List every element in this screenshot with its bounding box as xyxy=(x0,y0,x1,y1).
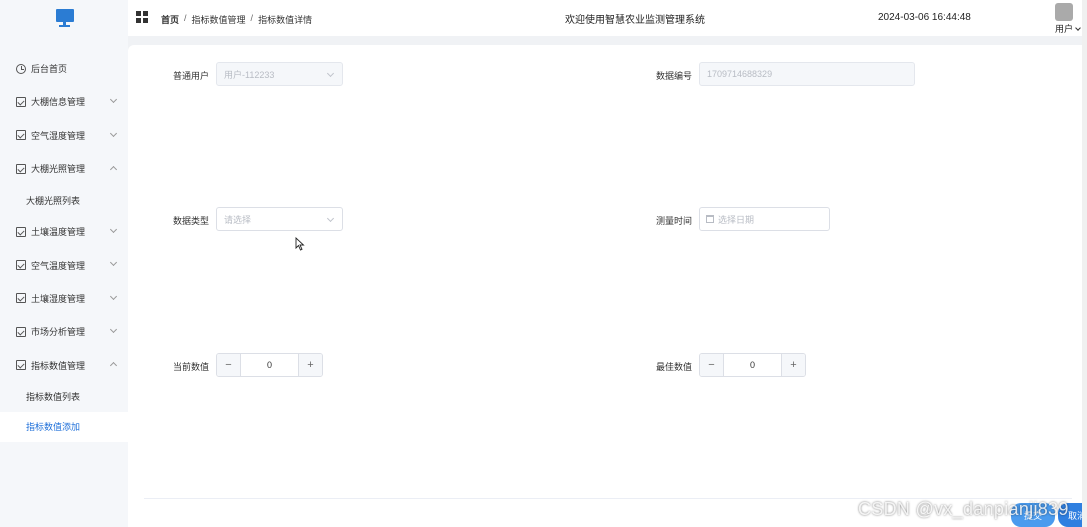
chevron-up-icon xyxy=(109,165,118,173)
current-value-label: 当前数值 xyxy=(172,362,209,372)
sidebar-menu: 后台首页 大棚信息管理 空气湿度管理 大棚光照管理 大棚光照列表 土壤温度管理 … xyxy=(0,52,128,442)
user-menu[interactable]: 用户 xyxy=(1055,22,1081,35)
sidebar-item-label: 后台首页 xyxy=(31,64,68,75)
sidebar-item-indicator-values[interactable]: 指标数值管理 xyxy=(0,348,128,381)
box-icon xyxy=(16,260,26,271)
sidebar-item-soil-temperature[interactable]: 土壤温度管理 xyxy=(0,215,128,248)
sidebar-item-greenhouse-info[interactable]: 大棚信息管理 xyxy=(0,85,128,118)
data-type-label: 数据类型 xyxy=(172,216,209,226)
box-icon xyxy=(16,96,26,107)
breadcrumb-home[interactable]: 首页 xyxy=(161,13,179,26)
logo[interactable] xyxy=(0,0,128,36)
increment-button[interactable]: + xyxy=(298,354,322,376)
box-icon xyxy=(16,293,26,304)
chevron-down-icon xyxy=(326,69,335,78)
sidebar-subitem-label: 指标数值列表 xyxy=(26,392,81,403)
sidebar-item-air-temperature[interactable]: 空气温度管理 xyxy=(0,248,128,281)
best-value-label: 最佳数值 xyxy=(655,362,692,372)
app-title: 欢迎使用智慧农业监测管理系统 xyxy=(565,15,705,26)
avatar[interactable] xyxy=(1055,3,1073,21)
chevron-down-icon xyxy=(109,226,118,234)
current-datetime: 2024-03-06 16:44:48 xyxy=(878,12,971,23)
sidebar-item-label: 土壤温度管理 xyxy=(31,227,86,238)
chevron-up-icon xyxy=(109,362,118,370)
chevron-down-icon xyxy=(109,292,118,300)
sidebar-item-greenhouse-light[interactable]: 大棚光照管理 xyxy=(0,152,128,185)
sidebar-item-label: 大棚光照管理 xyxy=(31,164,86,175)
sidebar: 后台首页 大棚信息管理 空气湿度管理 大棚光照管理 大棚光照列表 土壤温度管理 … xyxy=(0,0,128,527)
sidebar-item-label: 大棚信息管理 xyxy=(31,97,86,108)
current-value-stepper: − 0 + xyxy=(216,353,323,377)
box-icon xyxy=(16,360,26,371)
measure-time-placeholder: 选择日期 xyxy=(718,214,755,225)
data-type-placeholder: 请选择 xyxy=(224,214,252,225)
current-value-input[interactable]: 0 xyxy=(241,354,298,376)
sidebar-item-soil-humidity[interactable]: 土壤湿度管理 xyxy=(0,282,128,315)
decrement-button[interactable]: − xyxy=(217,354,241,376)
breadcrumb-item[interactable]: 指标数值管理 xyxy=(192,13,246,26)
scrollbar[interactable] xyxy=(1082,0,1087,527)
form-panel: 普通用户 用户-112233 数据编号 1709714688329 数据类型 请… xyxy=(128,45,1087,527)
sidebar-subitem-indicator-add[interactable]: 指标数值添加 xyxy=(0,411,128,442)
chevron-down-icon xyxy=(109,96,118,104)
measure-time-picker[interactable]: 选择日期 xyxy=(699,207,830,231)
user-select-value: 用户-112233 xyxy=(224,69,275,80)
sidebar-subitem-label: 指标数值添加 xyxy=(26,422,81,433)
box-icon xyxy=(16,130,26,141)
sidebar-item-label: 土壤湿度管理 xyxy=(31,293,86,304)
clock-icon xyxy=(16,63,26,74)
chevron-down-icon xyxy=(109,326,118,334)
watermark: CSDN @vx_danpianji839 xyxy=(858,499,1069,519)
monitor-logo-icon xyxy=(55,8,75,28)
user-label: 普通用户 xyxy=(172,71,209,81)
top-bar: 首页 / 指标数值管理 / 指标数值详情 欢迎使用智慧农业监测管理系统 2024… xyxy=(128,0,1087,36)
data-no-value: 1709714688329 xyxy=(707,69,773,79)
best-value-stepper: − 0 + xyxy=(699,353,806,377)
box-icon xyxy=(16,226,26,237)
breadcrumb-current: 指标数值详情 xyxy=(258,15,313,25)
chevron-down-icon xyxy=(109,129,118,137)
sidebar-subitem-light-list[interactable]: 大棚光照列表 xyxy=(0,185,128,215)
sidebar-item-label: 空气温度管理 xyxy=(31,260,86,271)
breadcrumb: 首页 / 指标数值管理 / 指标数值详情 xyxy=(161,13,312,26)
best-value-input[interactable]: 0 xyxy=(724,354,781,376)
sidebar-item-label: 空气湿度管理 xyxy=(31,130,86,141)
chevron-down-icon xyxy=(109,259,118,267)
sidebar-item-market-analysis[interactable]: 市场分析管理 xyxy=(0,315,128,348)
grid-menu-icon[interactable] xyxy=(136,11,148,23)
sidebar-item-label: 市场分析管理 xyxy=(31,327,86,338)
box-icon xyxy=(16,163,26,174)
data-type-select[interactable]: 请选择 xyxy=(216,207,343,231)
sidebar-item-air-humidity[interactable]: 空气湿度管理 xyxy=(0,119,128,152)
chevron-down-icon xyxy=(1075,24,1081,31)
decrement-button[interactable]: − xyxy=(700,354,724,376)
sidebar-subitem-indicator-list[interactable]: 指标数值列表 xyxy=(0,382,128,412)
measure-time-label: 测量时间 xyxy=(655,216,692,226)
user-select[interactable]: 用户-112233 xyxy=(216,62,343,86)
data-no-field[interactable]: 1709714688329 xyxy=(699,62,915,86)
breadcrumb-separator: / xyxy=(250,13,254,23)
sidebar-subitem-label: 大棚光照列表 xyxy=(26,195,81,206)
sidebar-item-label: 指标数值管理 xyxy=(31,360,86,371)
box-icon xyxy=(16,326,26,337)
sidebar-item-home[interactable]: 后台首页 xyxy=(0,52,128,85)
chevron-down-icon xyxy=(326,214,335,223)
breadcrumb-separator: / xyxy=(184,13,187,23)
user-menu-label: 用户 xyxy=(1055,24,1074,34)
data-no-label: 数据编号 xyxy=(655,71,692,81)
increment-button[interactable]: + xyxy=(781,354,805,376)
calendar-icon xyxy=(706,215,714,223)
